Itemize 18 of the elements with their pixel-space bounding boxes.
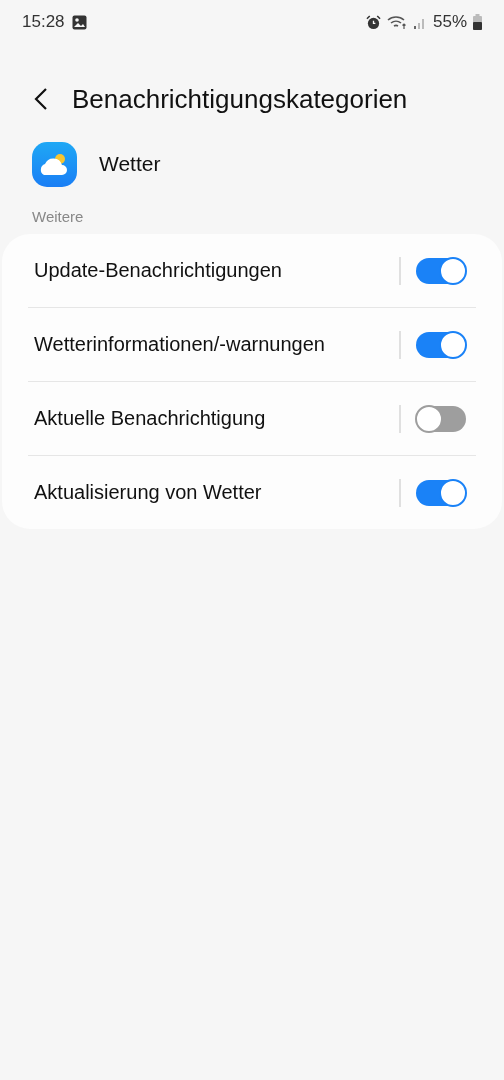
status-time: 15:28 <box>22 12 65 32</box>
setting-label: Update-Benachrichtigungen <box>33 259 283 282</box>
toggle-switch[interactable] <box>416 331 466 358</box>
weather-app-icon <box>32 141 77 187</box>
battery-percentage: 55% <box>432 12 467 32</box>
toggle-switch[interactable] <box>416 257 466 284</box>
battery-icon <box>473 14 482 30</box>
setting-label: Aktuelle Benachrichtigung <box>33 407 267 430</box>
image-icon <box>71 14 87 30</box>
toggle-switch[interactable] <box>416 479 466 506</box>
app-name: Wetter <box>99 152 161 176</box>
page-title: Benachrichtigungskategorien <box>72 83 408 115</box>
setting-label: Wetterinformationen/-warnungen <box>33 333 326 356</box>
alarm-icon <box>365 14 381 30</box>
wifi-icon <box>386 14 407 30</box>
toggle-switch[interactable] <box>416 405 466 432</box>
section-label: Weitere <box>31 207 85 227</box>
setting-label: Aktualisierung von Wetter <box>33 481 263 504</box>
